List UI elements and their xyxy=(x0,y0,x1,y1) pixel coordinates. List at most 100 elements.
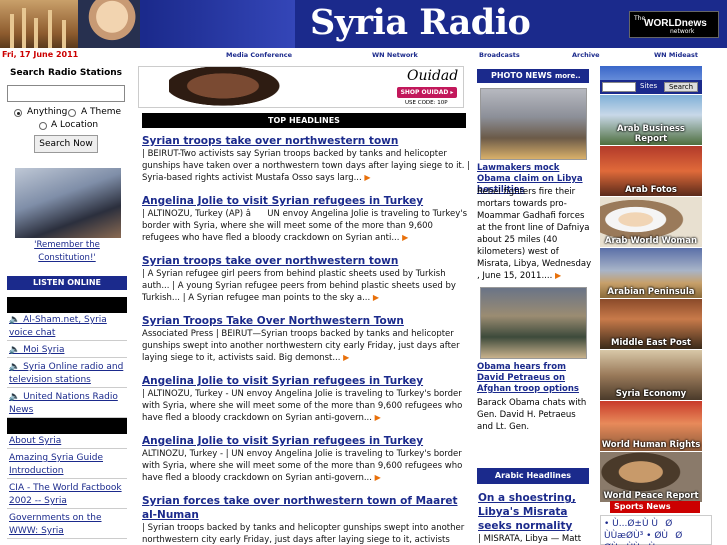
arrow-icon[interactable]: ▶ xyxy=(402,233,408,242)
advertisement-banner[interactable]: Ouidad SHOP OUIDAD ▸ USE CODE: 10P xyxy=(138,66,464,108)
nav-archive[interactable]: Archive xyxy=(572,51,600,59)
tile-syria-economy[interactable]: Syria Economy xyxy=(600,350,702,400)
tile-label: Arab World Woman xyxy=(604,236,698,246)
portrait-image xyxy=(78,0,140,48)
story-item: Syrian troops take over northwestern tow… xyxy=(142,254,472,304)
ad-shop-button[interactable]: SHOP OUIDAD ▸ xyxy=(397,87,457,98)
story-title[interactable]: Syrian troops take over northwestern tow… xyxy=(142,134,472,148)
radio-link-syria-online[interactable]: 🔈 Syria Online radio and television stat… xyxy=(7,361,127,388)
story-item: Angelina Jolie to visit Syrian refugees … xyxy=(142,194,472,244)
worldnews-logo[interactable]: The WORLDnews network xyxy=(629,11,719,38)
photo-news-text: Rebel fighters fire their mortars toward… xyxy=(477,187,592,281)
tile-arabian-peninsula[interactable]: Arabian Peninsula xyxy=(600,248,702,298)
nav-broadcasts[interactable]: Broadcasts xyxy=(479,51,520,59)
story-title[interactable]: Syrian Troops Take Over Northwestern Tow… xyxy=(142,314,472,328)
sports-news-header[interactable]: Sports News xyxy=(610,501,700,513)
arrow-icon[interactable]: ▶ xyxy=(373,293,379,302)
photo-news-image[interactable] xyxy=(480,287,587,359)
arabic-headline-text: | MISRATA, Libya — Matt xyxy=(478,534,582,544)
tile-label: Arabian Peninsula xyxy=(607,287,695,297)
radio-location-label: A Location xyxy=(51,120,99,130)
link-syria-guide[interactable]: Amazing Syria Guide Introduction xyxy=(7,452,127,479)
ad-code: USE CODE: 10P xyxy=(405,100,448,106)
tile-label: Arab Business Report xyxy=(617,124,685,144)
radio-anything-label: Anything xyxy=(27,107,68,117)
tile-label: World Human Rights xyxy=(601,440,701,450)
arrow-icon[interactable]: ▶ xyxy=(375,473,381,482)
story-summary: ALTINOZU, Turkey - | UN envoy Angelina J… xyxy=(142,449,463,483)
story-item: Syrian forces take over northwestern tow… xyxy=(142,494,472,545)
story-title[interactable]: Angelina Jolie to visit Syrian refugees … xyxy=(142,374,472,388)
top-nav: Fri, 17 June 2011 Media Conference WN Ne… xyxy=(0,48,727,62)
story-item: Angelina Jolie to visit Syrian refugees … xyxy=(142,434,472,484)
radio-theme[interactable] xyxy=(68,109,76,117)
search-title: Search Radio Stations xyxy=(10,68,123,78)
photo-news-image[interactable] xyxy=(480,88,587,160)
tile-arab-business-report[interactable]: Arab Business Report xyxy=(600,95,702,145)
site-banner: Syria Radio The WORLDnews network xyxy=(0,0,727,48)
tile-middle-east-post[interactable]: Middle East Post xyxy=(600,299,702,349)
link-cia-factbook[interactable]: CIA - The World Factbook 2002 -- Syria xyxy=(7,482,127,509)
story-title[interactable]: Angelina Jolie to visit Syrian refugees … xyxy=(142,434,472,448)
section-divider-bar xyxy=(7,418,127,434)
top-headlines-header: TOP HEADLINES xyxy=(142,113,466,128)
arabic-headlines-header: Arabic Headlines xyxy=(477,468,589,484)
arabic-news-box[interactable]: • Ù...Ø±Ù ÙØ ÙÙæØÙ³ • ØÙØ ØÙæÙÙæÙ xyxy=(600,515,712,545)
story-title[interactable]: Syrian forces take over northwestern tow… xyxy=(142,494,472,522)
tile-label: World Peace Report xyxy=(603,491,699,501)
left-photo-caption[interactable]: 'Remember the Constitution!' xyxy=(12,239,122,265)
ad-brand: Ouidad xyxy=(407,68,459,84)
photo-news-label: PHOTO NEWS xyxy=(491,71,553,80)
tile-label: Syria Economy xyxy=(615,389,687,399)
story-summary: | ALTINOZU, Turkey (AP) â UN envoy Ang… xyxy=(142,209,468,243)
arabic-headline-title[interactable]: On a shoestring, Libya's Misrata seeks n… xyxy=(478,491,594,533)
search-now-button[interactable]: Search Now xyxy=(34,135,98,153)
radio-link-list: 🔈 Al-Sham.net, Syria voice chat 🔈 Moi Sy… xyxy=(7,314,127,421)
radio-link-moi-syria[interactable]: 🔈 Moi Syria xyxy=(7,344,127,358)
nav-wn-network[interactable]: WN Network xyxy=(372,51,418,59)
radio-link-al-sham[interactable]: 🔈 Al-Sham.net, Syria voice chat xyxy=(7,314,127,341)
station-search-input[interactable] xyxy=(7,85,125,102)
left-news-photo[interactable] xyxy=(15,168,121,238)
photo-news-header: PHOTO NEWS more.. xyxy=(477,69,589,83)
story-title[interactable]: Syrian troops take over northwestern tow… xyxy=(142,254,472,268)
logo-text-network: network xyxy=(670,28,695,35)
site-search-label: Sites xyxy=(640,82,658,90)
tile-label: Arab Fotos xyxy=(625,185,677,195)
arrow-icon[interactable]: ▶ xyxy=(375,413,381,422)
arrow-icon[interactable]: ▶ xyxy=(343,353,349,362)
story-item: Angelina Jolie to visit Syrian refugees … xyxy=(142,374,472,424)
arrow-icon[interactable]: ▶ xyxy=(364,173,370,182)
radio-location[interactable] xyxy=(39,122,47,130)
story-summary: Associated Press | BEIRUT—Syrian troops … xyxy=(142,329,460,363)
link-about-syria[interactable]: About Syria xyxy=(7,435,127,449)
site-search-bar: Sites Search xyxy=(600,80,702,94)
story-summary: | BEIRUT-Two activists say Syrian troops… xyxy=(142,149,471,183)
ad-model-image xyxy=(169,67,289,107)
tile-world-human-rights[interactable]: World Human Rights xyxy=(600,401,702,451)
site-search-button[interactable]: Search xyxy=(664,82,698,92)
site-search-input[interactable] xyxy=(602,82,636,92)
tile-world-peace-report[interactable]: World Peace Report xyxy=(600,452,702,502)
nav-media-conference[interactable]: Media Conference xyxy=(226,51,292,59)
link-governments-www[interactable]: Governments on the WWW: Syria xyxy=(7,512,127,539)
nav-wn-mideast[interactable]: WN Mideast xyxy=(654,51,698,59)
radio-theme-label: A Theme xyxy=(81,107,122,117)
site-title[interactable]: Syria Radio xyxy=(310,2,531,43)
story-item: Syrian Troops Take Over Northwestern Tow… xyxy=(142,314,472,364)
tile-arab-world-woman[interactable]: Arab World Woman xyxy=(600,197,702,247)
photo-news-more-link[interactable]: more.. xyxy=(555,72,581,80)
radio-link-un-radio[interactable]: 🔈 United Nations Radio News xyxy=(7,391,127,418)
photo-news-caption[interactable]: Obama hears from David Petraeus on Afgha… xyxy=(477,362,590,395)
radio-anything[interactable] xyxy=(14,109,22,117)
listen-online-header: LISTEN ONLINE xyxy=(7,276,127,290)
story-summary: | A Syrian refugee girl peers from behin… xyxy=(142,269,456,303)
story-item: Syrian troops take over northwestern tow… xyxy=(142,134,472,184)
arrow-icon[interactable]: ▶ xyxy=(555,271,561,280)
story-title[interactable]: Angelina Jolie to visit Syrian refugees … xyxy=(142,194,472,208)
ruins-image xyxy=(0,0,80,48)
story-summary: | ALTINOZU, Turkey - UN envoy Angelina J… xyxy=(142,389,463,423)
story-summary: | Syrian troops backed by tanks and heli… xyxy=(142,523,465,545)
current-date: Fri, 17 June 2011 xyxy=(2,50,79,59)
tile-arab-fotos[interactable]: Arab Fotos xyxy=(600,146,702,196)
